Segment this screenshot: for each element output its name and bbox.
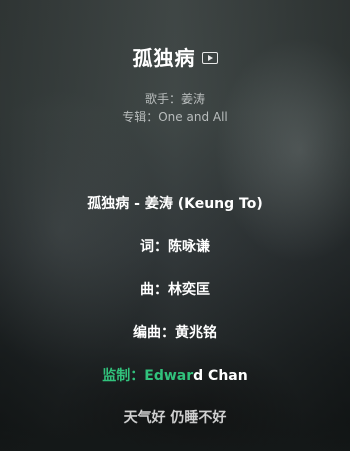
lyric-highlighted-part: 监制：Edwar (102, 368, 194, 384)
song-title: 孤独病 (132, 46, 196, 70)
lyric-line[interactable]: 词：陈咏谦 (0, 236, 350, 256)
lyric-line[interactable]: 孤独病 - 姜涛 (Keung To) (0, 193, 350, 213)
lyric-line[interactable]: 天气好 仍睡不好 (0, 407, 350, 427)
singer-info[interactable]: 歌手：姜涛 (0, 90, 350, 107)
current-lyric-line[interactable]: 监制：Edward Chan (0, 365, 350, 385)
album-info[interactable]: 专辑：One and All (0, 108, 350, 125)
lyric-line[interactable]: 编曲：黄兆铭 (0, 322, 350, 342)
song-header: 孤独病 (0, 42, 350, 71)
lyric-line[interactable]: 曲：林奕匡 (0, 279, 350, 299)
mv-play-icon[interactable] (201, 51, 218, 64)
lyric-remaining-part: d Chan (193, 368, 248, 384)
lyrics-panel: 孤独病 歌手：姜涛 专辑：One and All 孤独病 - 姜涛 (Keung… (0, 0, 350, 451)
